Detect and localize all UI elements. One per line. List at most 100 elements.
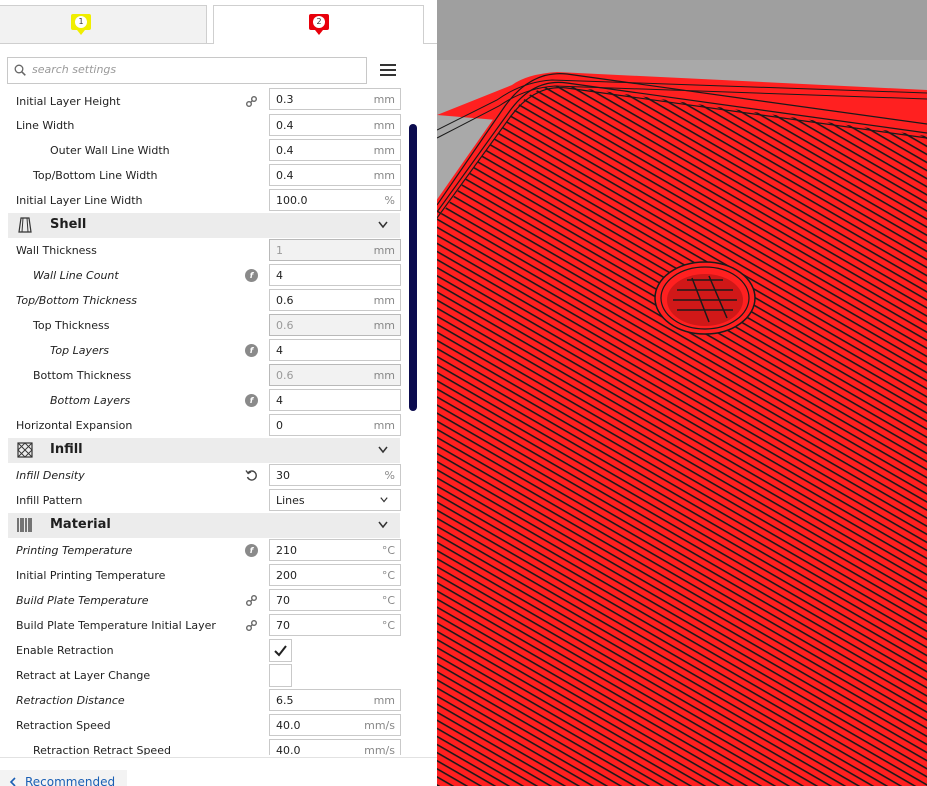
extruder-2-badge: 2	[309, 14, 329, 35]
field-value: 70	[276, 619, 290, 632]
setting-bottom-thickness: Bottom Thickness 0.6 mm	[0, 363, 405, 388]
line-width-field[interactable]: 0.4 mm	[269, 114, 401, 136]
function-icon[interactable]: f	[245, 269, 258, 282]
wall-line-count-field[interactable]: 4	[269, 264, 401, 286]
settings-menu-icon[interactable]	[380, 64, 396, 78]
extruder-tab-1[interactable]: 1	[0, 5, 207, 44]
setting-outer-wall-line-width: Outer Wall Line Width 0.4 mm	[0, 138, 405, 163]
bottom-layers-field[interactable]: 4	[269, 389, 401, 411]
setting-top-thickness: Top Thickness 0.6 mm	[0, 313, 405, 338]
field-value: 6.5	[276, 694, 294, 707]
retraction-retract-speed-field[interactable]: 40.0 mm/s	[269, 739, 401, 755]
setting-label: Horizontal Expansion	[16, 419, 133, 432]
top-bottom-thickness-field[interactable]: 0.6 mm	[269, 289, 401, 311]
settings-list: Initial Layer Height 0.3 mm Line Width 0…	[0, 88, 405, 755]
chevron-down-icon	[378, 521, 388, 529]
setting-build-plate-temperature-initial-layer: Build Plate Temperature Initial Layer 70…	[0, 613, 405, 638]
field-unit: mm	[373, 119, 395, 132]
section-infill[interactable]: Infill	[8, 438, 400, 463]
field-value: 0.4	[276, 144, 294, 157]
field-unit: °C	[381, 594, 395, 607]
setting-top-bottom-line-width: Top/Bottom Line Width 0.4 mm	[0, 163, 405, 188]
top-layers-field[interactable]: 4	[269, 339, 401, 361]
retraction-distance-field[interactable]: 6.5 mm	[269, 689, 401, 711]
section-shell[interactable]: Shell	[8, 213, 400, 238]
function-icon[interactable]: f	[245, 544, 258, 557]
enable-retraction-checkbox[interactable]	[269, 639, 292, 662]
section-material[interactable]: Material	[8, 513, 400, 538]
search-input[interactable]	[30, 62, 364, 77]
setting-label: Top/Bottom Thickness	[16, 294, 137, 307]
function-icon[interactable]: f	[245, 394, 258, 407]
field-value: 4	[276, 394, 283, 407]
setting-label: Infill Density	[16, 469, 85, 482]
field-unit: °C	[381, 544, 395, 557]
field-value: 0.4	[276, 169, 294, 182]
build-plate-temperature-initial-layer-field[interactable]: 70 °C	[269, 614, 401, 636]
setting-retraction-distance: Retraction Distance 6.5 mm	[0, 688, 405, 713]
field-unit: mm	[373, 319, 395, 332]
field-value: 100.0	[276, 194, 308, 207]
horizontal-expansion-field[interactable]: 0 mm	[269, 414, 401, 436]
setting-initial-printing-temperature: Initial Printing Temperature 200 °C	[0, 563, 405, 588]
section-title: Infill	[50, 442, 83, 457]
field-unit: mm	[373, 369, 395, 382]
initial-layer-height-field[interactable]: 0.3 mm	[269, 88, 401, 110]
section-title: Shell	[50, 217, 87, 232]
3d-viewport[interactable]	[437, 0, 927, 786]
printing-temperature-field[interactable]: 210 °C	[269, 539, 401, 561]
function-icon[interactable]: f	[245, 344, 258, 357]
reset-icon[interactable]	[245, 469, 258, 482]
link-icon[interactable]	[245, 95, 258, 108]
field-unit: mm	[373, 144, 395, 157]
field-value: 4	[276, 269, 283, 282]
setting-label: Bottom Thickness	[33, 369, 132, 382]
initial-printing-temperature-field[interactable]: 200 °C	[269, 564, 401, 586]
bottom-thickness-field[interactable]: 0.6 mm	[269, 364, 401, 386]
setting-label: Retract at Layer Change	[16, 669, 151, 682]
field-unit: %	[384, 194, 395, 207]
field-unit: °C	[381, 619, 395, 632]
sliced-model-preview	[437, 0, 927, 786]
setting-label: Top Thickness	[33, 319, 110, 332]
top-bottom-line-width-field[interactable]: 0.4 mm	[269, 164, 401, 186]
initial-layer-line-width-field[interactable]: 100.0 %	[269, 189, 401, 211]
retract-at-layer-change-checkbox[interactable]	[269, 664, 292, 687]
build-plate-temperature-field[interactable]: 70 °C	[269, 589, 401, 611]
link-icon[interactable]	[245, 594, 258, 607]
setting-bottom-layers: Bottom Layers f 4	[0, 388, 405, 413]
setting-label: Retraction Speed	[16, 719, 111, 732]
select-value: Lines	[276, 494, 305, 507]
field-unit: mm	[373, 294, 395, 307]
setting-label: Outer Wall Line Width	[50, 144, 170, 157]
outer-wall-line-width-field[interactable]: 0.4 mm	[269, 139, 401, 161]
setting-label: Infill Pattern	[16, 494, 83, 507]
chevron-left-icon	[9, 777, 16, 786]
chevron-down-icon	[378, 446, 388, 454]
wall-thickness-field[interactable]: 1 mm	[269, 239, 401, 261]
field-value: 0.3	[276, 93, 294, 106]
section-title: Material	[50, 517, 111, 532]
extruder-tab-2[interactable]: 2	[213, 5, 424, 44]
infill-pattern-select[interactable]: Lines	[269, 489, 401, 511]
recommended-button[interactable]: Recommended	[0, 770, 127, 786]
infill-density-field[interactable]: 30 %	[269, 464, 401, 486]
setting-enable-retraction: Enable Retraction	[0, 638, 405, 663]
field-value: 200	[276, 569, 297, 582]
setting-label: Initial Layer Line Width	[16, 194, 143, 207]
field-value: 30	[276, 469, 290, 482]
settings-scrollbar[interactable]	[409, 124, 417, 411]
field-value: 1	[276, 244, 283, 257]
shell-icon	[18, 217, 32, 233]
retraction-speed-field[interactable]: 40.0 mm/s	[269, 714, 401, 736]
chevron-down-icon	[380, 497, 388, 503]
setting-label: Build Plate Temperature Initial Layer	[16, 619, 216, 632]
setting-label: Wall Line Count	[33, 269, 119, 282]
field-value: 0.4	[276, 119, 294, 132]
field-value: 40.0	[276, 719, 301, 732]
link-icon[interactable]	[245, 619, 258, 632]
setting-top-layers: Top Layers f 4	[0, 338, 405, 363]
chevron-down-icon	[378, 221, 388, 229]
setting-label: Printing Temperature	[16, 544, 133, 557]
top-thickness-field[interactable]: 0.6 mm	[269, 314, 401, 336]
